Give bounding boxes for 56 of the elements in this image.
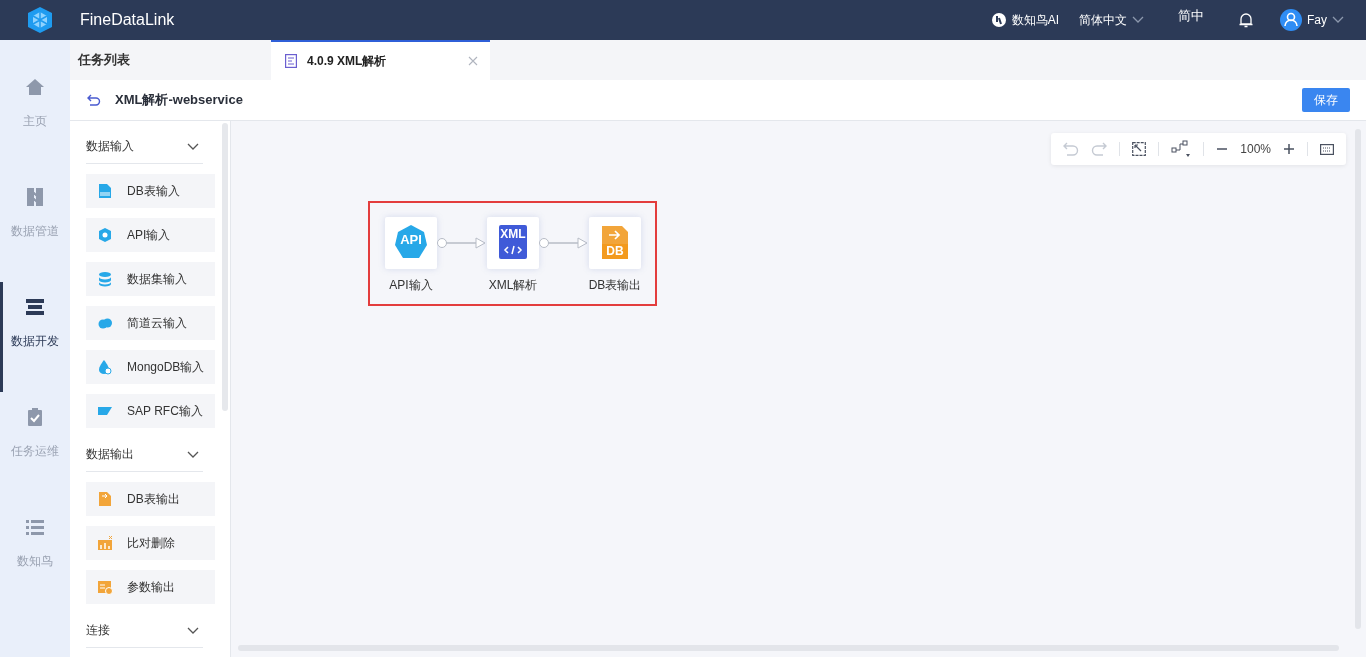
connector-arrow xyxy=(437,237,487,249)
page-title: XML解析-webservice xyxy=(115,91,243,109)
chevron-down-icon xyxy=(1332,16,1344,24)
tab[interactable]: 4.0.9 XML解析 xyxy=(271,40,490,80)
list-icon xyxy=(25,517,45,537)
stack-icon xyxy=(25,297,45,317)
database-icon xyxy=(97,271,113,287)
component-item[interactable]: DB表输出 xyxy=(86,482,215,516)
chevron-down-icon xyxy=(1132,16,1144,24)
app-name: FineDataLink xyxy=(80,11,175,29)
task-list-title: 任务列表 xyxy=(76,51,131,69)
flow-node[interactable]: XML xyxy=(487,217,539,269)
fit-view-icon[interactable] xyxy=(1132,142,1147,156)
back-icon[interactable] xyxy=(87,94,101,106)
drop-icon xyxy=(97,359,113,375)
component-item[interactable]: 简道云输入 xyxy=(86,306,215,340)
group-header[interactable]: 数据输出 xyxy=(86,438,203,472)
scrollbar[interactable] xyxy=(222,123,228,411)
component-item[interactable]: DB表输入 xyxy=(86,174,215,208)
group-header[interactable]: 连接 xyxy=(86,614,203,648)
component-item[interactable]: 比对删除 xyxy=(86,526,215,560)
node-label: XML解析 xyxy=(488,277,538,294)
document-icon xyxy=(97,183,113,199)
layout-icon[interactable] xyxy=(1171,140,1192,158)
chevron-down-icon xyxy=(187,626,199,635)
document-icon xyxy=(285,54,297,68)
home-icon xyxy=(25,77,45,97)
bird-logo-icon xyxy=(990,12,1007,28)
ai-button[interactable]: 数知鸟AI xyxy=(990,11,1059,29)
avatar-icon xyxy=(1280,9,1302,31)
language-toggle[interactable]: 简中 xyxy=(1178,7,1204,25)
gear-icon xyxy=(97,227,113,243)
language-dropdown[interactable]: 简体中文 xyxy=(1079,11,1144,29)
component-item[interactable]: 数据集输入 xyxy=(86,262,215,296)
clipboard-check-icon xyxy=(25,407,45,427)
connector-arrow xyxy=(539,237,589,249)
node-label: API输入 xyxy=(389,277,433,294)
chevron-down-icon xyxy=(187,450,199,459)
group-header[interactable]: 数据输入 xyxy=(86,130,203,164)
component-item[interactable]: SAP RFC输入 xyxy=(86,394,215,428)
user-menu[interactable]: Fay xyxy=(1280,9,1344,31)
bar-chart-icon xyxy=(97,535,113,551)
zoom-in-icon[interactable] xyxy=(1283,143,1295,155)
save-button[interactable]: 保存 xyxy=(1302,88,1350,112)
component-item[interactable]: API输入 xyxy=(86,218,215,252)
pipe-icon xyxy=(25,187,45,207)
logo-icon xyxy=(27,6,53,34)
node-label: DB表输出 xyxy=(588,277,642,294)
component-item[interactable]: 参数输出 xyxy=(86,570,215,604)
bell-icon[interactable] xyxy=(1238,12,1254,28)
keyboard-icon[interactable] xyxy=(1320,143,1334,155)
table-icon xyxy=(97,579,113,595)
chevron-down-icon xyxy=(187,142,199,151)
zoom-level: 100% xyxy=(1240,142,1271,156)
component-item[interactable]: MongoDB输入 xyxy=(86,350,215,384)
document-icon xyxy=(97,491,113,507)
